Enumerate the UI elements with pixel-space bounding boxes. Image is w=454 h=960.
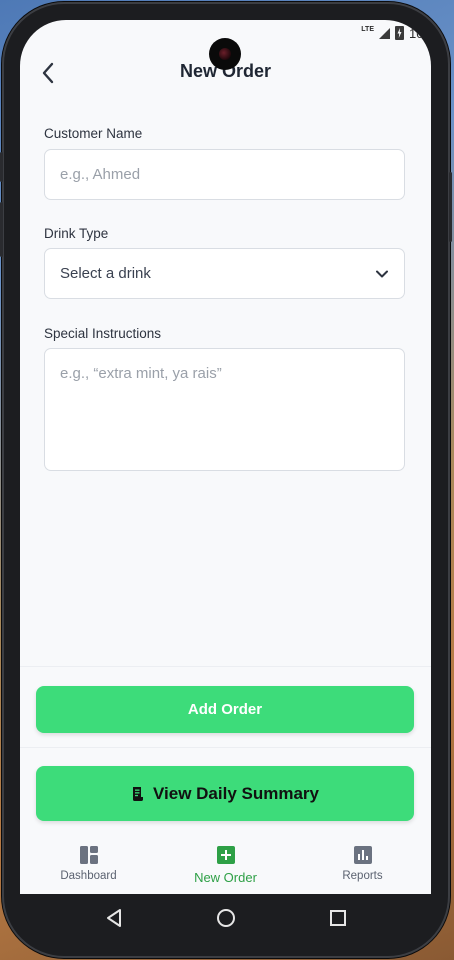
special-instructions-placeholder: e.g., “extra mint, ya rais” (60, 365, 222, 382)
app-screen: LTE 10:4 New Order Customer Name e.g., A… (20, 20, 431, 894)
system-home-button[interactable] (215, 907, 237, 929)
drink-type-label: Drink Type (44, 226, 109, 241)
system-back-button[interactable] (103, 907, 125, 929)
triangle-back-icon (106, 909, 121, 927)
system-navigation-bar (20, 894, 431, 942)
phone-side-button (0, 152, 3, 182)
phone-side-button (0, 202, 3, 257)
special-instructions-textarea[interactable]: e.g., “extra mint, ya rais” (44, 348, 405, 471)
bar-chart-icon (353, 846, 372, 864)
nav-item-label: New Order (194, 870, 257, 885)
view-daily-summary-label: View Daily Summary (153, 783, 319, 803)
square-recents-icon (329, 910, 346, 926)
customer-name-label: Customer Name (44, 126, 143, 141)
nav-item-label: Reports (342, 870, 383, 882)
footer-area: Add Order View Daily Summary Dashboard N… (20, 666, 431, 894)
front-camera (209, 38, 241, 70)
footer-divider (20, 747, 431, 748)
add-order-button[interactable]: Add Order (36, 686, 414, 733)
nav-item-new-order[interactable]: New Order (157, 839, 294, 894)
dashboard-icon (79, 846, 98, 864)
battery-charging-icon (395, 26, 404, 40)
status-time: 10:4 (409, 25, 431, 41)
nav-item-label: Dashboard (60, 870, 117, 882)
special-instructions-label: Special Instructions (44, 326, 162, 341)
drink-type-select[interactable]: Select a drink (44, 248, 405, 299)
receipt-icon (133, 786, 143, 801)
bottom-nav: Dashboard New Order Reports (20, 839, 431, 894)
system-recents-button[interactable] (327, 907, 349, 929)
signal-icon (379, 27, 390, 39)
nav-item-dashboard[interactable]: Dashboard (20, 839, 157, 894)
phone-side-button (449, 172, 452, 242)
add-box-icon (216, 846, 235, 864)
view-daily-summary-button[interactable]: View Daily Summary (36, 766, 414, 821)
network-type: LTE (361, 25, 374, 33)
nav-item-reports[interactable]: Reports (294, 839, 431, 894)
circle-home-icon (216, 909, 235, 927)
drink-type-selected: Select a drink (60, 265, 151, 282)
status-bar: LTE 10:4 (361, 24, 431, 42)
chevron-down-icon (376, 270, 388, 277)
add-order-label: Add Order (187, 701, 263, 718)
customer-name-placeholder: e.g., Ahmed (60, 166, 141, 183)
customer-name-input[interactable]: e.g., Ahmed (44, 149, 405, 200)
